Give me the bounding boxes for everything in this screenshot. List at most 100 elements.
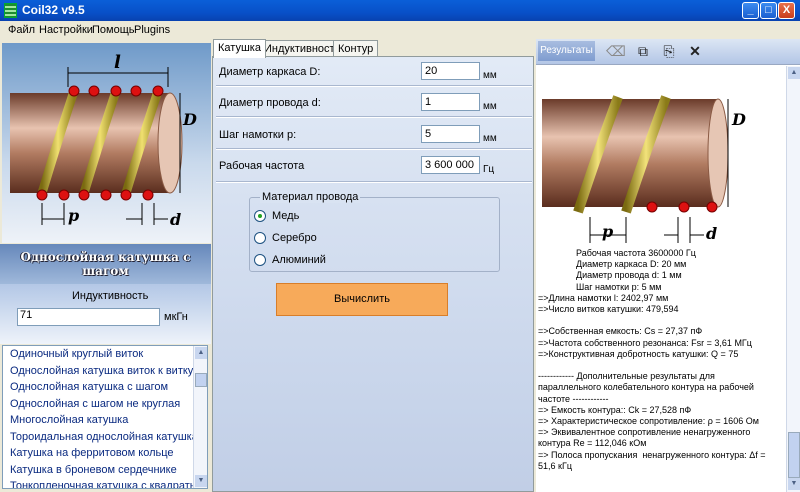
coil-params-panel: Диаметр каркаса D: мм Диаметр провода d:… bbox=[212, 56, 534, 492]
list-item[interactable]: Однослойная катушка с шагом bbox=[3, 379, 207, 396]
menu-file[interactable]: Файл bbox=[8, 24, 35, 36]
wire-diameter-label: Диаметр провода d: bbox=[219, 97, 321, 109]
window-title: Coil32 v9.5 bbox=[22, 3, 85, 17]
left-panel: l D p d Однослойная катушка с шагом Инду… bbox=[0, 39, 211, 492]
frame-diameter-unit: мм bbox=[483, 70, 497, 81]
wire-material-legend: Материал провода bbox=[260, 191, 361, 203]
app-icon bbox=[4, 3, 17, 18]
list-item[interactable]: Тороидальная однослойная катушка bbox=[3, 429, 207, 446]
radio-silver-label: Серебро bbox=[272, 232, 317, 244]
maximize-button[interactable]: □ bbox=[760, 2, 777, 19]
pitch-input[interactable] bbox=[421, 125, 480, 143]
list-item[interactable]: Однослойная катушка виток к витку bbox=[3, 363, 207, 380]
delete-icon[interactable]: ✕ bbox=[686, 42, 704, 60]
result-line: =>Число витков катушки: 479,594 bbox=[538, 304, 679, 315]
menu-help[interactable]: Помощь bbox=[92, 24, 135, 36]
coil-type-list[interactable]: Одиночный круглый виток Однослойная кату… bbox=[2, 345, 208, 489]
result-line: =>Длина намотки l: 2402,97 мм bbox=[538, 292, 669, 303]
scroll-down-icon[interactable]: ▼ bbox=[788, 478, 800, 490]
result-line: =>Частота собственного резонанса: Fsr = … bbox=[538, 337, 752, 348]
list-item[interactable]: Катушка в броневом сердечнике bbox=[3, 462, 207, 479]
results-button[interactable]: Результаты bbox=[538, 41, 595, 61]
wire-diameter-input[interactable] bbox=[421, 93, 480, 111]
list-item[interactable]: Однослойная с шагом не круглая bbox=[3, 396, 207, 413]
close-button[interactable]: X bbox=[778, 2, 795, 19]
copy-icon[interactable]: ⧉ bbox=[634, 42, 652, 60]
result-line: частоте ------------ bbox=[538, 393, 609, 404]
list-item[interactable]: Многослойная катушка bbox=[3, 412, 207, 429]
length-label: l bbox=[114, 52, 121, 73]
divider bbox=[216, 85, 532, 87]
menu-settings[interactable]: Настройки bbox=[39, 24, 93, 36]
coil-type-caption: Однослойная катушка с шагом bbox=[0, 244, 211, 284]
list-scroll-thumb[interactable] bbox=[195, 373, 207, 387]
result-line: Диаметр провода d: 1 мм bbox=[576, 270, 682, 281]
frequency-unit: Гц bbox=[483, 164, 495, 175]
tab-coil[interactable]: Катушка bbox=[213, 39, 266, 58]
frame-diameter-row: Диаметр каркаса D: мм bbox=[213, 62, 535, 82]
result-line: контура Re = 112,046 кОм bbox=[538, 438, 647, 449]
results-scrollbar[interactable]: ▲ ▼ bbox=[786, 66, 800, 492]
divider bbox=[216, 148, 532, 150]
wire-material-group: Материал провода Медь Серебро Алюминий bbox=[249, 191, 500, 272]
result-line: =>Конструктивная добротность катушки: Q … bbox=[538, 348, 739, 359]
frequency-label: Рабочая частота bbox=[219, 160, 305, 172]
frequency-row: Рабочая частота Гц bbox=[213, 156, 535, 176]
frame-diameter-input[interactable] bbox=[421, 62, 480, 80]
result-line: Диаметр каркаса D: 20 мм bbox=[576, 259, 687, 270]
pitch-label: p bbox=[68, 206, 79, 225]
pitch-unit: мм bbox=[483, 133, 497, 144]
radio-copper-label: Медь bbox=[272, 210, 300, 222]
wire-diameter-row: Диаметр провода d: мм bbox=[213, 93, 535, 113]
list-item[interactable]: Тонкопленочная катушка с квадратными ... bbox=[3, 478, 207, 488]
result-line: => Эквивалентное сопротивление ненагруже… bbox=[538, 427, 751, 438]
minimize-button[interactable]: _ bbox=[742, 2, 759, 19]
coil-closeup-illustration: D p d bbox=[538, 67, 786, 245]
radio-icon[interactable] bbox=[254, 254, 266, 266]
radio-aluminum-label: Алюминий bbox=[272, 254, 326, 266]
frame-diameter-label: Диаметр каркаса D: bbox=[219, 66, 321, 78]
clear-icon[interactable]: ⌫ bbox=[606, 42, 626, 60]
menu-bar: Файл Настройки Помощь Plugins bbox=[0, 21, 800, 39]
result-line: => Емкость контура:: Ck = 27,528 пФ bbox=[538, 404, 692, 415]
frequency-input[interactable] bbox=[421, 156, 480, 174]
divider bbox=[216, 116, 532, 118]
scroll-up-icon[interactable]: ▲ bbox=[195, 347, 207, 359]
result-line bbox=[538, 315, 784, 326]
list-item[interactable]: Одиночный круглый виток bbox=[3, 346, 207, 363]
radio-selected-icon[interactable] bbox=[254, 210, 266, 222]
result-line: 51,6 кГц bbox=[538, 460, 572, 471]
list-item[interactable]: Катушка на ферритовом кольце bbox=[3, 445, 207, 462]
title-bar: Coil32 v9.5 _ □ X bbox=[0, 0, 800, 21]
inductance-unit: мкГн bbox=[164, 311, 188, 323]
pitch-row: Шаг намотки p: мм bbox=[213, 125, 535, 145]
diameter-label: D bbox=[182, 110, 197, 129]
result-line: =>Собственная емкость: Cs = 27,37 пФ bbox=[538, 326, 703, 337]
tab-circuit[interactable]: Контур bbox=[333, 40, 379, 57]
inductance-label: Индуктивность bbox=[72, 290, 149, 302]
result-line: => Характеристическое сопротивление: ρ =… bbox=[538, 416, 759, 427]
closeup-pitch-label: p bbox=[602, 222, 613, 241]
result-line: ------------ Дополнительные результаты д… bbox=[538, 371, 715, 382]
results-toolbar: Результаты ⌫ ⧉ ⎘ ✕ bbox=[536, 39, 800, 65]
save-icon[interactable]: ⎘ bbox=[660, 42, 678, 60]
inductance-input[interactable]: 71 bbox=[17, 308, 160, 326]
wire-label: d bbox=[170, 210, 181, 229]
result-line: => Полоса пропускания ненагруженного кон… bbox=[538, 449, 766, 460]
radio-icon[interactable] bbox=[254, 232, 266, 244]
scroll-down-icon[interactable]: ▼ bbox=[195, 475, 207, 487]
calculate-button[interactable]: Вычислить bbox=[276, 283, 448, 316]
closeup-diameter-label: D bbox=[731, 110, 746, 129]
coil-illustration: l D p d bbox=[2, 43, 211, 243]
results-panel: Результаты ⌫ ⧉ ⎘ ✕ D p d Рабочая частота… bbox=[536, 39, 800, 492]
pitch-label: Шаг намотки p: bbox=[219, 129, 297, 141]
result-line: параллельного колебательного контура на … bbox=[538, 382, 754, 393]
list-scrollbar[interactable]: ▲ ▼ bbox=[193, 346, 207, 488]
results-scroll-thumb[interactable] bbox=[788, 432, 800, 478]
closeup-wire-label: d bbox=[706, 224, 717, 243]
divider bbox=[216, 181, 532, 183]
wire-diameter-unit: мм bbox=[483, 101, 497, 112]
menu-plugins[interactable]: Plugins bbox=[134, 24, 170, 36]
result-line: Рабочая частота 3600000 Гц bbox=[576, 248, 696, 258]
scroll-up-icon[interactable]: ▲ bbox=[788, 67, 800, 79]
